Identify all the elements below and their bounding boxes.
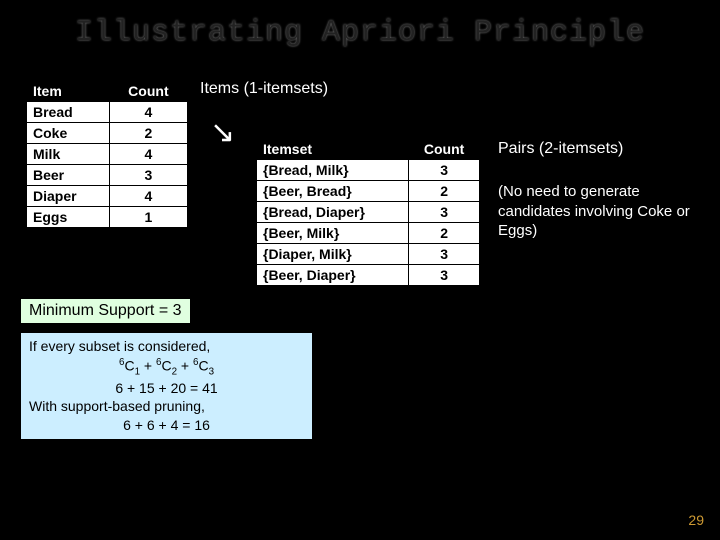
table-row: {Beer, Diaper}3	[257, 265, 480, 286]
items-label: Items (1-itemsets)	[200, 80, 328, 98]
table-row: {Bread, Milk}3	[257, 160, 480, 181]
table-row: Bread4	[27, 102, 188, 123]
min-support-box: Minimum Support = 3	[20, 298, 191, 324]
items-table-h2: Count	[109, 81, 187, 102]
table-row: Coke2	[27, 123, 188, 144]
pairs-label: Pairs (2-itemsets)	[498, 140, 623, 158]
table-row: Milk4	[27, 144, 188, 165]
calc-line-3: 6 + 15 + 20 = 41	[29, 379, 304, 398]
items-table-h1: Item	[27, 81, 110, 102]
items-table: Item Count Bread4 Coke2 Milk4 Beer3 Diap…	[26, 80, 188, 228]
pairs-table-h2: Count	[409, 139, 480, 160]
slide-number: 29	[688, 512, 704, 528]
table-row: {Beer, Milk}2	[257, 223, 480, 244]
table-row: {Bread, Diaper}3	[257, 202, 480, 223]
pairs-table: Itemset Count {Bread, Milk}3 {Beer, Brea…	[256, 138, 480, 286]
calc-box: If every subset is considered, 6C1 + 6C2…	[20, 332, 313, 440]
table-row: Beer3	[27, 165, 188, 186]
calc-line-5: 6 + 6 + 4 = 16	[29, 416, 304, 435]
arrow-icon: ↘	[210, 115, 235, 150]
table-row: Diaper4	[27, 186, 188, 207]
note-label: (No need to generate candidates involvin…	[498, 182, 698, 241]
calc-line-4: With support-based pruning,	[29, 397, 304, 416]
calc-line-2: 6C1 + 6C2 + 6C3	[29, 356, 304, 379]
table-row: {Diaper, Milk}3	[257, 244, 480, 265]
table-row: Eggs1	[27, 207, 188, 228]
table-row: {Beer, Bread}2	[257, 181, 480, 202]
pairs-table-h1: Itemset	[257, 139, 409, 160]
slide-title: Illustrating Apriori Principle	[0, 0, 720, 50]
calc-line-1: If every subset is considered,	[29, 337, 304, 356]
